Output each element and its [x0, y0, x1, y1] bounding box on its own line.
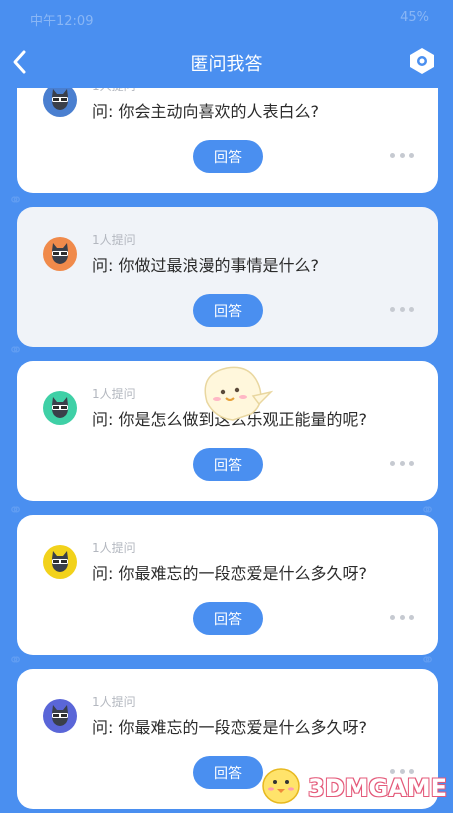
more-icon[interactable]	[390, 612, 414, 622]
avatar-icon	[43, 237, 77, 271]
page-title: 匿问我答	[190, 54, 263, 75]
nav-bar: 匿问我答	[0, 36, 453, 88]
question-text: 问: 你最难忘的一段恋爱是什么多久呀?	[92, 718, 367, 737]
question-text: 问: 你做过最浪漫的事情是什么?	[92, 256, 319, 275]
answer-button[interactable]: 回答	[193, 448, 263, 481]
asker-count: 1人提问	[92, 233, 136, 247]
more-icon[interactable]	[390, 458, 414, 468]
avatar-icon	[43, 391, 77, 425]
answer-button[interactable]: 回答	[193, 294, 263, 327]
watermark-text: 3DMGAME	[308, 774, 448, 802]
question-text: 问: 你最难忘的一段恋爱是什么多久呀?	[92, 564, 367, 583]
avatar-icon	[43, 83, 77, 117]
question-card[interactable]: 1人提问 问: 你做过最浪漫的事情是什么? 回答	[17, 207, 438, 347]
answer-button[interactable]: 回答	[193, 140, 263, 173]
watermark-logo: 3DMGAME	[258, 760, 448, 808]
avatar-icon	[43, 699, 77, 733]
more-icon[interactable]	[390, 304, 414, 314]
answer-button[interactable]: 回答	[193, 602, 263, 635]
asker-count: 1人提问	[92, 541, 136, 555]
asker-count: 1人提问	[92, 695, 136, 709]
more-icon[interactable]	[390, 150, 414, 160]
question-text: 问: 你会主动向喜欢的人表白么?	[92, 102, 319, 121]
question-card[interactable]: 1人提问 问: 你最难忘的一段恋爱是什么多久呀? 回答	[17, 515, 438, 655]
avatar-icon	[43, 545, 77, 579]
chick-logo-icon	[262, 768, 300, 804]
settings-button[interactable]	[407, 46, 437, 76]
hexagon-settings-icon	[410, 48, 434, 74]
answer-button[interactable]: 回答	[193, 756, 263, 789]
chick-mascot-icon	[204, 366, 273, 421]
asker-count: 1人提问	[92, 387, 136, 401]
